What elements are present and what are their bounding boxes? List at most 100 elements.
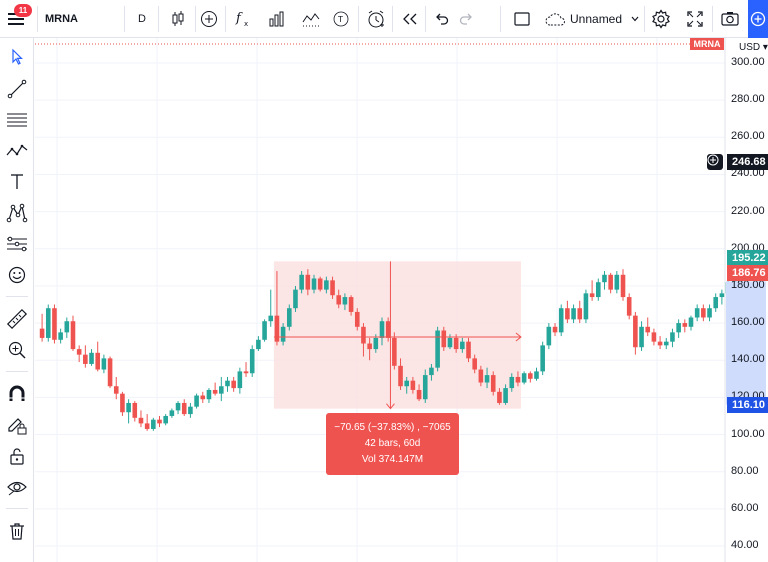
toolbar-divider — [6, 371, 28, 372]
lock-drawing-tool[interactable] — [0, 410, 34, 440]
magnet-tool[interactable] — [0, 379, 34, 409]
fib-tool[interactable] — [0, 105, 34, 135]
candle-body — [101, 358, 107, 370]
screenshot-button[interactable] — [716, 0, 744, 38]
measure-low-price-value: 116.10 — [732, 398, 766, 411]
candle-body — [157, 419, 162, 424]
remove-drawings-tool[interactable] — [0, 516, 34, 546]
candle-body — [58, 332, 63, 340]
candle-body — [398, 365, 403, 387]
candle-body — [497, 391, 502, 403]
candle-body — [552, 326, 558, 333]
pattern-tool[interactable] — [0, 136, 34, 166]
zoom-in-icon — [8, 341, 26, 359]
candle-body — [435, 330, 440, 368]
menu-button[interactable]: 11 — [0, 0, 34, 38]
candle-body — [719, 293, 725, 298]
text-icon — [11, 174, 23, 189]
candle-body — [330, 280, 335, 296]
emoji-tool[interactable] — [0, 260, 34, 290]
price-chart[interactable] — [35, 38, 768, 562]
candle-body — [256, 339, 261, 350]
candle-body — [379, 321, 385, 338]
drawing-toolbar — [0, 38, 34, 562]
candle-body — [472, 358, 477, 370]
symbol-search-button[interactable]: MRNA — [38, 0, 122, 38]
candle-body — [614, 274, 620, 290]
svg-text:f: f — [235, 11, 243, 26]
candle-body — [583, 293, 589, 320]
candle-body — [317, 278, 323, 290]
toolbar-divider — [225, 6, 226, 32]
undo-button[interactable] — [429, 0, 453, 38]
add-alert-button[interactable] — [707, 154, 723, 171]
candle-body — [429, 367, 434, 376]
svg-text:x: x — [244, 20, 248, 28]
candle-body — [707, 308, 712, 318]
compare-button[interactable] — [196, 0, 222, 38]
candle-body — [441, 330, 447, 348]
plus-circle-icon — [707, 154, 719, 166]
candle-body — [589, 293, 595, 298]
candle-body — [237, 371, 243, 389]
candle-body — [132, 402, 138, 418]
zoom-in-tool[interactable] — [0, 335, 34, 365]
currency-selector[interactable]: USD ▾ — [739, 42, 768, 53]
settings-button[interactable] — [648, 0, 674, 38]
candle-body — [52, 308, 57, 340]
candle-body — [422, 375, 428, 400]
candle-body — [385, 321, 391, 338]
candle-body — [577, 308, 583, 320]
candle-body — [602, 274, 607, 283]
layout-name-button[interactable]: Unnamed — [570, 0, 632, 38]
toolbar-divider — [158, 6, 159, 32]
cloud-save-button[interactable] — [542, 0, 568, 38]
measure-range-area — [273, 261, 521, 409]
candle-body — [107, 358, 113, 387]
templates-button[interactable] — [262, 0, 292, 38]
fullscreen-button[interactable] — [682, 0, 708, 38]
plus-icon — [750, 11, 766, 27]
candle-body — [620, 274, 626, 298]
chart-type-button[interactable] — [162, 0, 194, 38]
candle-body — [151, 419, 156, 429]
node-pattern-tool[interactable] — [0, 198, 34, 228]
candle-body — [484, 375, 490, 383]
notification-badge: 11 — [14, 4, 32, 17]
lock-tool[interactable] — [0, 441, 34, 471]
chart-pane[interactable]: MRNA USD ▾ 300.00 280.00 260.00 240.00 220.0… — [35, 38, 768, 562]
text-tool-button[interactable]: T — [328, 0, 354, 38]
alert-button[interactable] — [362, 0, 390, 38]
text-tool[interactable] — [0, 167, 34, 197]
visibility-tool[interactable] — [0, 472, 34, 502]
toolbar-divider — [712, 6, 713, 32]
candle-body — [70, 321, 76, 350]
replay-button[interactable] — [397, 0, 423, 38]
candle-body — [404, 380, 410, 387]
last-price-tag: 186.76 — [727, 265, 768, 282]
alerts-chart-button[interactable] — [298, 0, 326, 38]
redo-button[interactable] — [455, 0, 479, 38]
indicators-button[interactable]: fx — [228, 0, 258, 38]
symbol-price-tag: MRNA — [690, 38, 724, 50]
candle-body — [268, 315, 274, 322]
candle-body — [521, 373, 527, 383]
candle-body — [188, 406, 193, 415]
candle-body — [373, 337, 379, 350]
interval-button[interactable]: D — [126, 0, 158, 38]
candle-body — [243, 371, 249, 374]
candle-body — [348, 297, 354, 312]
ruler-tool[interactable] — [0, 304, 34, 334]
prediction-tool[interactable] — [0, 229, 34, 259]
templates-icon — [269, 11, 284, 27]
fullscreen-square-button[interactable] — [508, 0, 536, 38]
trend-line-tool[interactable] — [0, 74, 34, 104]
price-tick-label: 280.00 — [731, 93, 765, 106]
add-button[interactable] — [748, 0, 768, 38]
candle-body — [311, 278, 317, 290]
toolbar-divider — [644, 6, 645, 32]
cursor-tool[interactable] — [0, 42, 34, 72]
candle-body — [231, 380, 236, 389]
candle-body — [663, 341, 669, 346]
layout-dropdown-button[interactable] — [628, 0, 642, 38]
